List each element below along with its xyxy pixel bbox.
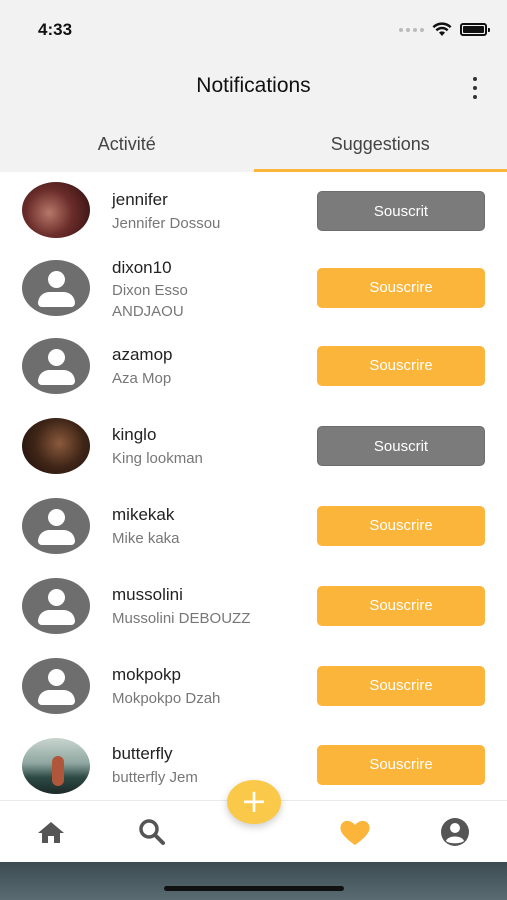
username: mokpokp	[112, 665, 181, 684]
signal-icon	[399, 27, 424, 32]
page-title: Notifications	[196, 74, 311, 97]
home-indicator[interactable]	[164, 886, 344, 891]
home-icon[interactable]	[34, 817, 68, 847]
username: kinglo	[112, 425, 157, 444]
avatar[interactable]	[22, 578, 90, 634]
tab-bar: Activité Suggestions	[0, 118, 507, 172]
fullname: Mokpokpo Dzah	[112, 690, 221, 707]
username: dixon10	[112, 258, 172, 277]
avatar[interactable]	[22, 738, 90, 794]
status-time: 4:33	[38, 20, 73, 39]
username: mussolini	[112, 585, 183, 604]
header: Notifications	[0, 60, 507, 118]
tab-activite[interactable]: Activité	[0, 118, 254, 172]
username: azamop	[112, 345, 173, 364]
avatar[interactable]	[22, 498, 90, 554]
subscribe-button[interactable]: Souscrire	[317, 506, 485, 546]
wifi-icon	[432, 22, 452, 36]
fullname: Mussolini DEBOUZZ	[112, 610, 251, 627]
profile-icon[interactable]	[438, 817, 472, 847]
username: mikekak	[112, 505, 175, 524]
avatar[interactable]	[22, 260, 90, 316]
subscribe-button[interactable]: Souscrire	[317, 346, 485, 386]
username: butterfly	[112, 744, 173, 763]
subscribed-button[interactable]: Souscrit	[317, 426, 485, 466]
search-icon[interactable]	[135, 817, 169, 847]
subscribed-button[interactable]: Souscrit	[317, 191, 485, 231]
suggestions-list[interactable]: jennifer Jennifer Dossou Souscrit dixon1…	[0, 172, 507, 800]
heart-icon[interactable]	[338, 817, 372, 847]
fullname: Dixon Esso ANDJAOU	[112, 282, 188, 320]
subscribe-button[interactable]: Souscrire	[317, 666, 485, 706]
add-button[interactable]: +	[227, 780, 281, 824]
fullname: King lookman	[112, 450, 203, 467]
avatar[interactable]	[22, 338, 90, 394]
avatar[interactable]	[22, 658, 90, 714]
subscribe-button[interactable]: Souscrire	[317, 586, 485, 626]
status-bar: 4:33	[0, 0, 507, 60]
battery-icon	[460, 23, 490, 36]
more-options-icon[interactable]	[471, 77, 479, 99]
fullname: Aza Mop	[112, 370, 172, 387]
subscribe-button[interactable]: Souscrire	[317, 745, 485, 785]
avatar[interactable]	[22, 182, 90, 238]
fullname: Mike kaka	[112, 530, 180, 547]
username: jennifer	[112, 190, 168, 209]
home-indicator-area	[0, 862, 507, 900]
tab-suggestions[interactable]: Suggestions	[253, 118, 507, 172]
avatar[interactable]	[22, 418, 90, 474]
fullname: Jennifer Dossou	[112, 215, 221, 232]
subscribe-button[interactable]: Souscrire	[317, 268, 485, 308]
status-icons	[399, 22, 490, 37]
fullname: butterfly Jem	[112, 769, 198, 786]
